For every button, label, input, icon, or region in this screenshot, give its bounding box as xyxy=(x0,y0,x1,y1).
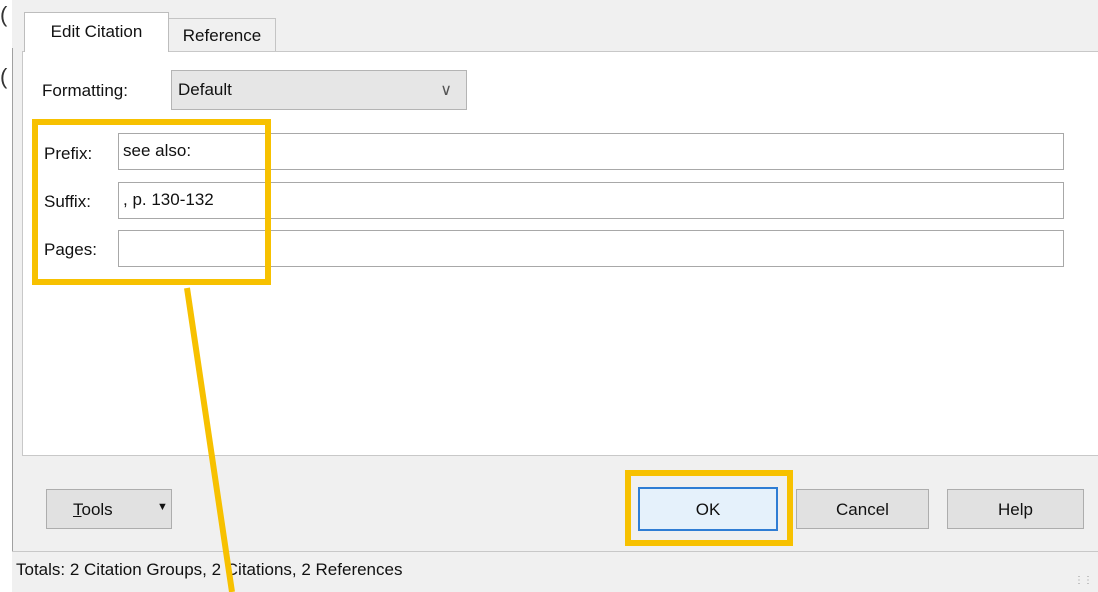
help-button[interactable]: Help xyxy=(947,489,1084,529)
formatting-select[interactable]: Default ∨ xyxy=(171,70,467,110)
ok-highlight-box xyxy=(625,470,793,546)
tab-edit-citation[interactable]: Edit Citation xyxy=(24,12,169,52)
status-bar: Totals: 2 Citation Groups, 2 Citations, … xyxy=(12,551,1098,592)
tab-reference[interactable]: Reference xyxy=(168,18,276,52)
chevron-down-icon: ∨ xyxy=(440,82,452,99)
status-text: Totals: 2 Citation Groups, 2 Citations, … xyxy=(16,560,403,579)
caret-down-icon: ▼ xyxy=(157,501,168,513)
background-window-edge: ( ( xyxy=(0,0,12,592)
tab-bar: Edit Citation Reference xyxy=(12,0,1098,52)
tools-button[interactable]: Tools ▼ xyxy=(46,489,172,529)
resize-grip-icon[interactable]: ⋮⋮ xyxy=(1074,575,1093,586)
tools-mnemonic: T xyxy=(73,500,82,519)
tools-label: Tools xyxy=(73,500,113,520)
fields-highlight-box xyxy=(32,119,271,285)
cancel-button[interactable]: Cancel xyxy=(796,489,929,529)
formatting-label: Formatting: xyxy=(42,81,128,100)
tools-label-rest: ools xyxy=(81,500,113,519)
formatting-value: Default xyxy=(178,80,232,99)
